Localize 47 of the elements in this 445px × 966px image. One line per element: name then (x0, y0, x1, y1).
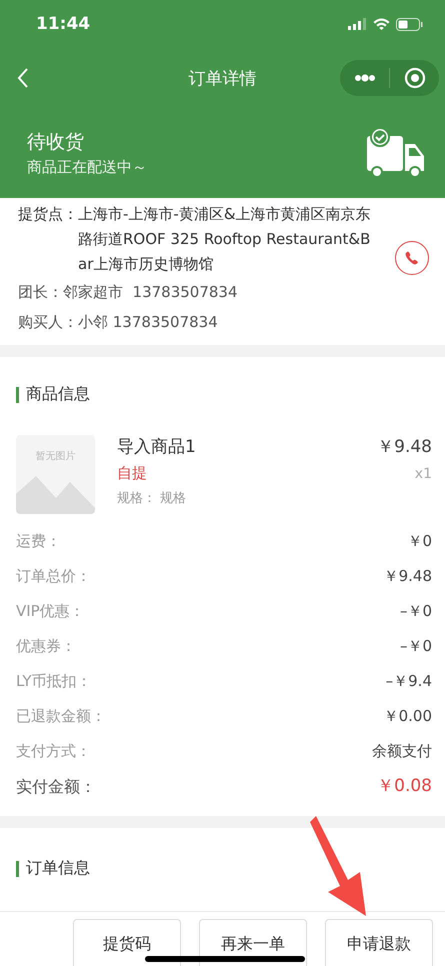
signal-icon (348, 18, 367, 30)
page-title: 订单详情 (188, 68, 256, 88)
product-name: 导入商品1 (117, 436, 196, 458)
delivery-truck-icon (365, 128, 427, 178)
no-image-text: 暂无图片 (36, 451, 76, 463)
fee-label: 优惠券： (16, 636, 76, 657)
fee-label: 已退款金额： (16, 706, 106, 727)
fee-label: 运费： (16, 531, 61, 552)
fee-value: 余额支付 (372, 741, 432, 762)
battery-icon (396, 18, 423, 30)
close-icon (404, 67, 426, 89)
section-heading: 订单信息 (26, 858, 90, 879)
fee-label: 订单总价： (16, 566, 91, 587)
phone-icon (404, 250, 420, 266)
fee-value: –￥0 (400, 601, 432, 622)
fee-value: ￥0.00 (384, 706, 432, 727)
order-status-subtitle: 商品正在配送中～ (27, 158, 147, 177)
fee-label: VIP优惠： (16, 601, 85, 622)
fee-label: LY币抵扣： (16, 671, 92, 692)
buyer-label: 购买人： (18, 312, 78, 333)
spec-value: 规格 (160, 491, 186, 506)
fee-value: –￥9.4 (386, 671, 432, 692)
fee-value: ￥0.08 (377, 775, 432, 798)
fee-value: –￥0 (400, 636, 432, 657)
back-icon (16, 67, 30, 89)
phone-button[interactable] (395, 241, 429, 275)
section-heading: 商品信息 (26, 384, 90, 405)
action-button[interactable]: 提货码 (73, 919, 181, 966)
spec-label: 规格： (117, 491, 156, 506)
back-button[interactable] (16, 67, 30, 89)
order-status-title: 待收货 (27, 130, 85, 155)
fee-label: 支付方式： (16, 741, 91, 762)
fee-value: ￥9.48 (384, 566, 432, 587)
wifi-icon (373, 18, 390, 30)
fee-label: 实付金额： (16, 776, 96, 798)
leader-label: 团长： (18, 282, 63, 303)
fee-value: ￥0 (407, 531, 432, 552)
status-time: 11:44 (36, 14, 90, 34)
leader-info: 邻家超市 13783507834 (63, 282, 238, 303)
buyer-info: 小邻 13783507834 (78, 312, 218, 333)
product-price: ￥9.48 (377, 436, 432, 458)
pickup-label: 提货点： (18, 204, 78, 225)
pickup-address: 上海市-上海市-黄浦区&上海市黄浦区南京东路街道ROOF 325 Rooftop Restaurant&Bar上海市历史博物馆 (78, 204, 372, 275)
action-button[interactable]: 申请退款 (325, 919, 433, 966)
product-quantity: x1 (414, 466, 432, 482)
pickup-tag: 自提 (117, 464, 147, 483)
more-icon (354, 74, 376, 82)
